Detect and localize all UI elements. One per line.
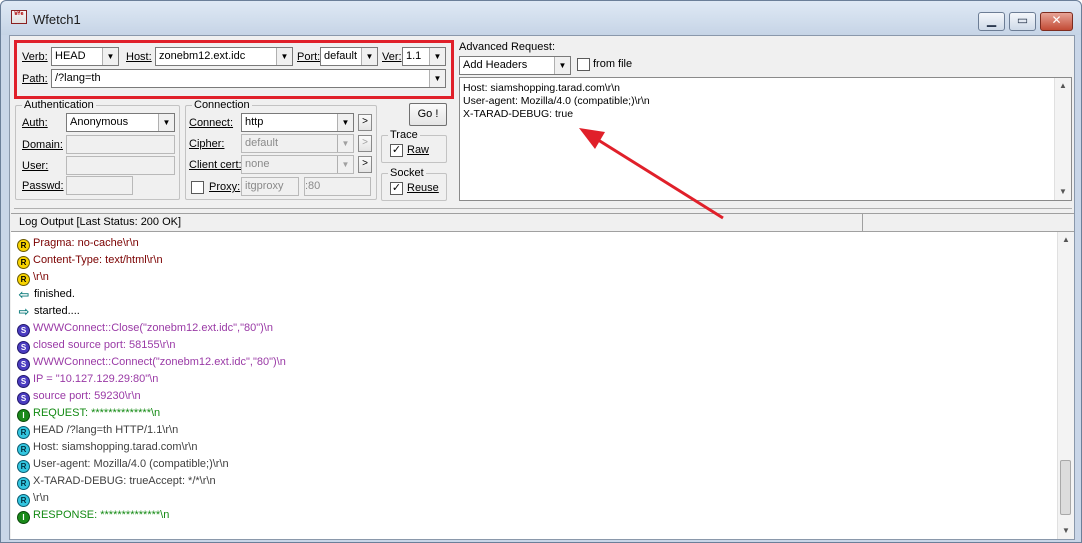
annotation-arrow [579, 128, 724, 220]
arrow-shaft [594, 136, 724, 220]
arrow-head-icon [579, 128, 605, 149]
wfetch-window: Wfe Wfetch1 ▁ ▭ ✕ Verb: HEAD ▼ Host: zon… [0, 0, 1082, 543]
